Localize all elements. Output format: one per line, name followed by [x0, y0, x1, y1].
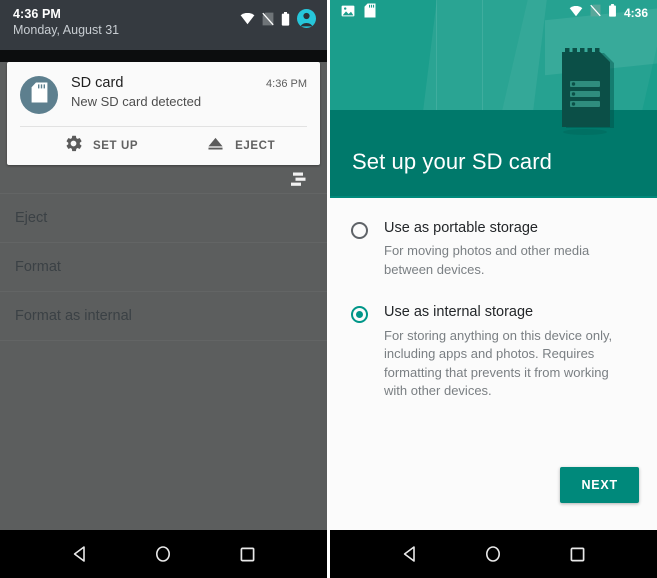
recents-icon[interactable] [224, 531, 270, 577]
option-title: Use as portable storage [384, 220, 538, 236]
radio-column [351, 304, 373, 400]
sd-card-icon [31, 82, 48, 108]
right-navigation-bar [330, 530, 657, 578]
option-body: Use as internal storage For storing anyt… [373, 304, 639, 400]
recents-icon[interactable] [554, 531, 600, 577]
no-sim-icon [262, 12, 274, 31]
option-portable-storage[interactable]: Use as portable storage For moving photo… [351, 220, 639, 279]
left-phone-screen: 4:36 PM Monday, August 31 SD card 4:36 P… [0, 0, 327, 578]
screenshot-icon [341, 4, 355, 22]
left-status-icons [240, 7, 316, 33]
notification-subtitle: New SD card detected [71, 94, 202, 109]
notification-content[interactable]: SD card 4:36 PM New SD card detected [7, 62, 320, 126]
no-sim-icon [590, 4, 601, 22]
setup-options-content: Use as portable storage For moving photo… [330, 198, 657, 530]
sd-card-icon [364, 3, 376, 23]
storage-settings-list: Eject Format Format as internal [0, 165, 327, 530]
right-status-right-icons: 4:36 [569, 4, 648, 22]
notification-actions: SET UP EJECT [7, 127, 320, 165]
back-icon[interactable] [57, 531, 103, 577]
right-status-left-icons [341, 3, 376, 23]
shade-date: Monday, August 31 [13, 23, 120, 37]
gear-icon [65, 135, 82, 157]
home-icon[interactable] [140, 531, 186, 577]
wifi-icon [569, 4, 583, 22]
notification-time: 4:36 PM [266, 78, 307, 90]
shade-clock: 4:36 PM Monday, August 31 [13, 7, 119, 37]
wifi-icon [240, 12, 255, 30]
notification-action-eject[interactable]: EJECT [207, 136, 275, 156]
sd-card-notification[interactable]: SD card 4:36 PM New SD card detected SET… [7, 62, 320, 165]
radio-column [351, 220, 373, 279]
page-title: Set up your SD card [352, 149, 552, 174]
right-phone-screen: 4:36 Set up your SD card Use as portable… [330, 0, 657, 578]
battery-icon [281, 11, 290, 31]
sd-card-illustration [549, 44, 619, 144]
setup-hero-header: 4:36 Set up your SD card [330, 0, 657, 196]
eject-label: EJECT [235, 140, 276, 152]
eject-icon [207, 136, 224, 156]
left-status-bar: 4:36 PM Monday, August 31 [0, 0, 327, 50]
battery-icon [608, 4, 617, 22]
list-item-label: Format as internal [15, 308, 132, 324]
status-clock: 4:36 [623, 6, 648, 20]
user-avatar-icon[interactable] [297, 9, 316, 33]
list-item[interactable]: Format as internal [0, 292, 327, 341]
option-description: For moving photos and other media betwee… [384, 243, 590, 277]
right-status-bar: 4:36 [330, 0, 657, 26]
notification-icon-circle [20, 76, 58, 114]
radio-button-internal[interactable] [351, 306, 368, 324]
back-icon[interactable] [387, 531, 433, 577]
list-item[interactable]: Format [0, 243, 327, 292]
notification-text: SD card 4:36 PM New SD card detected [58, 75, 307, 114]
screenshot-root: 4:36 PM Monday, August 31 SD card 4:36 P… [0, 0, 657, 578]
list-item[interactable]: Eject [0, 194, 327, 243]
list-item-label: Eject [15, 210, 48, 226]
option-title: Use as internal storage [384, 304, 534, 321]
sort-icon[interactable] [287, 172, 309, 192]
next-button-wrap: NEXT [560, 467, 639, 503]
home-icon[interactable] [470, 531, 516, 577]
list-item-label: Format [15, 259, 61, 275]
left-navigation-bar [0, 530, 327, 578]
option-internal-storage[interactable]: Use as internal storage For storing anyt… [351, 304, 639, 400]
set-up-label: SET UP [93, 140, 139, 152]
notification-header-row: SD card 4:36 PM [71, 75, 307, 91]
shade-time: 4:36 PM [13, 7, 61, 21]
option-body: Use as portable storage For moving photo… [373, 220, 639, 279]
notification-action-set-up[interactable]: SET UP [65, 135, 138, 157]
radio-button-portable[interactable] [351, 222, 368, 239]
notification-title: SD card [71, 75, 124, 91]
option-description: For storing anything on this device only… [384, 327, 613, 399]
list-toolbar [0, 165, 327, 194]
next-button[interactable]: NEXT [560, 467, 639, 503]
